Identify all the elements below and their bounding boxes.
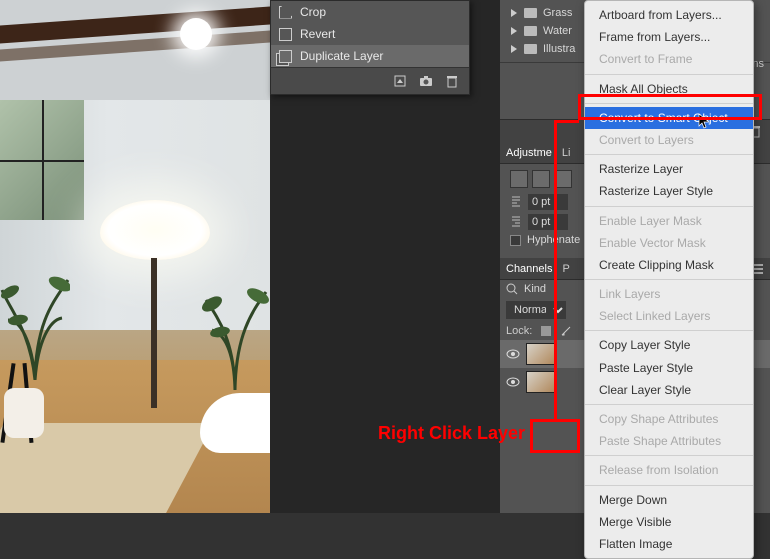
tool-preset-dropdown: Crop Revert Duplicate Layer (270, 0, 470, 95)
duplicate-icon (279, 50, 292, 63)
context-item-merge-visible[interactable]: Merge Visible (585, 511, 753, 533)
tab-channels[interactable]: Channels (506, 263, 552, 275)
adjustment-levels-icon[interactable] (532, 170, 550, 188)
adjustment-brightness-icon[interactable] (510, 170, 528, 188)
revert-icon (279, 28, 292, 41)
spacing-input-1[interactable] (528, 194, 568, 210)
camera-icon[interactable] (419, 74, 433, 88)
folder-label: Illustra (543, 43, 575, 55)
menu-item-duplicate-layer[interactable]: Duplicate Layer (271, 45, 469, 67)
context-item-flatten-image[interactable]: Flatten Image (585, 533, 753, 555)
folder-label: Grass (543, 7, 572, 19)
menu-item-crop[interactable]: Crop (271, 1, 469, 23)
folder-icon (524, 44, 537, 54)
indent-right-icon (510, 216, 522, 228)
context-item-link-layers: Link Layers (585, 283, 753, 305)
context-item-artboard-from-layers[interactable]: Artboard from Layers... (585, 4, 753, 26)
menu-item-revert[interactable]: Revert (271, 23, 469, 45)
indent-left-icon (510, 196, 522, 208)
context-item-rasterize-layer-style[interactable]: Rasterize Layer Style (585, 180, 753, 202)
search-icon (506, 283, 518, 295)
layer-thumbnail (526, 371, 556, 393)
tab-paths[interactable]: P (562, 263, 569, 275)
caret-right-icon (510, 9, 518, 17)
context-item-convert-to-frame: Convert to Frame (585, 48, 753, 70)
folder-icon (524, 8, 537, 18)
visibility-icon[interactable] (506, 375, 520, 389)
context-item-create-clipping-mask[interactable]: Create Clipping Mask (585, 254, 753, 276)
lock-pixels-icon[interactable] (540, 325, 552, 337)
context-item-paste-shape-attributes: Paste Shape Attributes (585, 430, 753, 452)
lock-label: Lock: (506, 325, 532, 337)
folder-icon (524, 26, 537, 36)
menu-item-label: Revert (300, 27, 335, 41)
context-item-clear-layer-style[interactable]: Clear Layer Style (585, 379, 753, 401)
tab-libraries[interactable]: Li (562, 147, 571, 159)
new-preset-icon[interactable] (393, 74, 407, 88)
blend-mode-select[interactable]: Normal (506, 301, 566, 319)
hyphenate-label: Hyphenate (527, 234, 580, 246)
hyphenate-checkbox[interactable] (510, 235, 521, 246)
context-item-paste-layer-style[interactable]: Paste Layer Style (585, 357, 753, 379)
context-item-copy-shape-attributes: Copy Shape Attributes (585, 408, 753, 430)
plant (0, 220, 70, 380)
menu-item-label: Duplicate Layer (300, 49, 383, 63)
visibility-icon[interactable] (506, 347, 520, 361)
plant (200, 230, 270, 390)
context-item-merge-down[interactable]: Merge Down (585, 489, 753, 511)
trash-icon[interactable] (445, 74, 459, 88)
window (0, 100, 84, 220)
canvas-photo[interactable] (0, 0, 270, 513)
brush-icon[interactable] (560, 325, 572, 337)
layer-context-menu: Artboard from Layers...Frame from Layers… (584, 0, 754, 559)
adjustment-curves-icon[interactable] (554, 170, 572, 188)
crop-icon (279, 6, 292, 19)
tab-adjustments[interactable]: Adjustme (506, 147, 552, 159)
context-item-enable-layer-mask: Enable Layer Mask (585, 210, 753, 232)
ceiling-light (180, 18, 212, 50)
layer-thumbnail (526, 343, 556, 365)
dropdown-footer (271, 67, 469, 94)
context-item-rasterize-layer[interactable]: Rasterize Layer (585, 158, 753, 180)
menu-item-label: Crop (300, 5, 326, 19)
context-item-convert-to-layers: Convert to Layers (585, 129, 753, 151)
caret-right-icon (510, 45, 518, 53)
context-item-copy-layer-style[interactable]: Copy Layer Style (585, 334, 753, 356)
kind-label: Kind (524, 283, 546, 295)
chair (0, 363, 50, 453)
folder-label: Water (543, 25, 572, 37)
context-item-enable-vector-mask: Enable Vector Mask (585, 232, 753, 254)
context-item-frame-from-layers[interactable]: Frame from Layers... (585, 26, 753, 48)
context-item-convert-to-smart-object[interactable]: Convert to Smart Object (585, 107, 753, 129)
lamp (100, 200, 210, 260)
context-item-select-linked-layers: Select Linked Layers (585, 305, 753, 327)
spacing-input-2[interactable] (528, 214, 568, 230)
context-item-mask-all-objects[interactable]: Mask All Objects (585, 78, 753, 100)
caret-right-icon (510, 27, 518, 35)
context-item-release-from-isolation: Release from Isolation (585, 459, 753, 481)
